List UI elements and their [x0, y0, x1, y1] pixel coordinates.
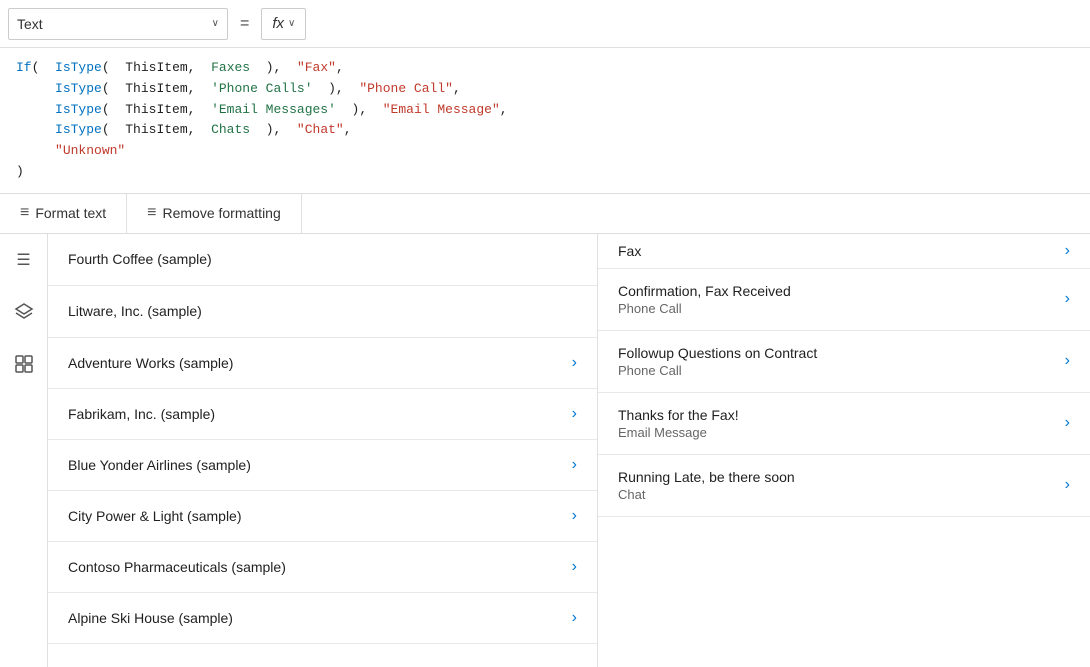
list-item-text: Fourth Coffee (sample)	[68, 251, 212, 267]
formula-line-6: )	[16, 162, 1074, 183]
list-item-text: City Power & Light (sample)	[68, 508, 242, 524]
chevron-right-icon: ›	[572, 507, 577, 525]
list-item-text: Alpine Ski House (sample)	[68, 610, 233, 626]
chevron-right-icon: ›	[572, 456, 577, 474]
fx-icon: fx	[272, 15, 284, 32]
grid-icon[interactable]	[6, 346, 42, 382]
chevron-right-icon: ›	[1065, 352, 1070, 370]
format-toolbar: ≡ Format text ≡ Remove formatting	[0, 194, 1090, 234]
chevron-right-icon: ›	[1065, 476, 1070, 494]
activity-panel: Fax › Confirmation, Fax Received Phone C…	[598, 234, 1090, 667]
activity-subtitle: Chat	[618, 487, 1053, 502]
activity-subtitle: Phone Call	[618, 363, 1053, 378]
activity-subtitle: Phone Call	[618, 301, 1053, 316]
activity-title: Followup Questions on Contract	[618, 345, 1053, 361]
formula-line-1: If( IsType( ThisItem, Faxes ), "Fax",	[16, 58, 1074, 79]
formula-line-5: "Unknown"	[16, 141, 1074, 162]
formula-bar: If( IsType( ThisItem, Faxes ), "Fax", Is…	[0, 48, 1090, 194]
format-text-label: Format text	[35, 205, 106, 221]
field-select-text: Text	[17, 16, 204, 32]
format-text-button[interactable]: ≡ Format text	[0, 194, 127, 233]
activity-item[interactable]: Running Late, be there soon Chat ›	[598, 455, 1090, 517]
list-item[interactable]: Alpine Ski House (sample) ›	[48, 593, 597, 644]
chevron-right-icon: ›	[572, 609, 577, 627]
sidebar-icons: ☰	[0, 234, 48, 667]
remove-formatting-icon: ≡	[147, 204, 156, 222]
chevron-right-icon: ›	[572, 354, 577, 372]
chevron-right-icon: ›	[1065, 242, 1070, 260]
list-panel: Fourth Coffee (sample) Litware, Inc. (sa…	[48, 234, 598, 667]
list-item-text: Litware, Inc. (sample)	[68, 303, 202, 319]
list-item-text: Fabrikam, Inc. (sample)	[68, 406, 215, 422]
fx-chevron-icon: ∨	[288, 18, 295, 29]
list-item-text: Blue Yonder Airlines (sample)	[68, 457, 251, 473]
formula-line-3: IsType( ThisItem, 'Email Messages' ), "E…	[16, 100, 1074, 121]
remove-formatting-button[interactable]: ≡ Remove formatting	[127, 194, 302, 233]
list-item[interactable]: Litware, Inc. (sample)	[48, 286, 597, 338]
chevron-right-icon: ›	[1065, 290, 1070, 308]
activity-content: Followup Questions on Contract Phone Cal…	[618, 345, 1053, 378]
list-item[interactable]: Adventure Works (sample) ›	[48, 338, 597, 389]
hamburger-menu-icon[interactable]: ☰	[6, 242, 42, 278]
chevron-right-icon: ›	[572, 405, 577, 423]
chevron-right-icon: ›	[572, 558, 577, 576]
top-bar: Text ∨ = fx ∨	[0, 0, 1090, 48]
list-item[interactable]: Blue Yonder Airlines (sample) ›	[48, 440, 597, 491]
activity-content: Running Late, be there soon Chat	[618, 469, 1053, 502]
list-item-text: Contoso Pharmaceuticals (sample)	[68, 559, 286, 575]
activity-item[interactable]: Thanks for the Fax! Email Message ›	[598, 393, 1090, 455]
activity-item[interactable]: Followup Questions on Contract Phone Cal…	[598, 331, 1090, 393]
activity-subtitle: Email Message	[618, 425, 1053, 440]
formula-line-4: IsType( ThisItem, Chats ), "Chat",	[16, 120, 1074, 141]
formula-line-2: IsType( ThisItem, 'Phone Calls' ), "Phon…	[16, 79, 1074, 100]
equals-sign: =	[236, 15, 253, 33]
activity-content: Thanks for the Fax! Email Message	[618, 407, 1053, 440]
activity-title: Running Late, be there soon	[618, 469, 1053, 485]
activity-item[interactable]: Confirmation, Fax Received Phone Call ›	[598, 269, 1090, 331]
activity-content: Confirmation, Fax Received Phone Call	[618, 283, 1053, 316]
field-select-dropdown[interactable]: Text ∨	[8, 8, 228, 40]
activity-item[interactable]: Fax ›	[598, 234, 1090, 269]
format-text-icon: ≡	[20, 204, 29, 222]
activity-title: Thanks for the Fax!	[618, 407, 1053, 423]
layers-icon[interactable]	[6, 294, 42, 330]
activity-content: Fax	[618, 243, 1053, 259]
list-item[interactable]: City Power & Light (sample) ›	[48, 491, 597, 542]
main-content: ☰ Fourth Coffee (sample) Litware, Inc. (…	[0, 234, 1090, 667]
remove-formatting-label: Remove formatting	[162, 205, 280, 221]
list-item-text: Adventure Works (sample)	[68, 355, 233, 371]
list-item[interactable]: Contoso Pharmaceuticals (sample) ›	[48, 542, 597, 593]
chevron-down-icon: ∨	[212, 18, 219, 29]
activity-title: Fax	[618, 243, 1053, 259]
list-item[interactable]: Fabrikam, Inc. (sample) ›	[48, 389, 597, 440]
chevron-right-icon: ›	[1065, 414, 1070, 432]
list-item[interactable]: Fourth Coffee (sample)	[48, 234, 597, 286]
activity-title: Confirmation, Fax Received	[618, 283, 1053, 299]
fx-button[interactable]: fx ∨	[261, 8, 306, 40]
